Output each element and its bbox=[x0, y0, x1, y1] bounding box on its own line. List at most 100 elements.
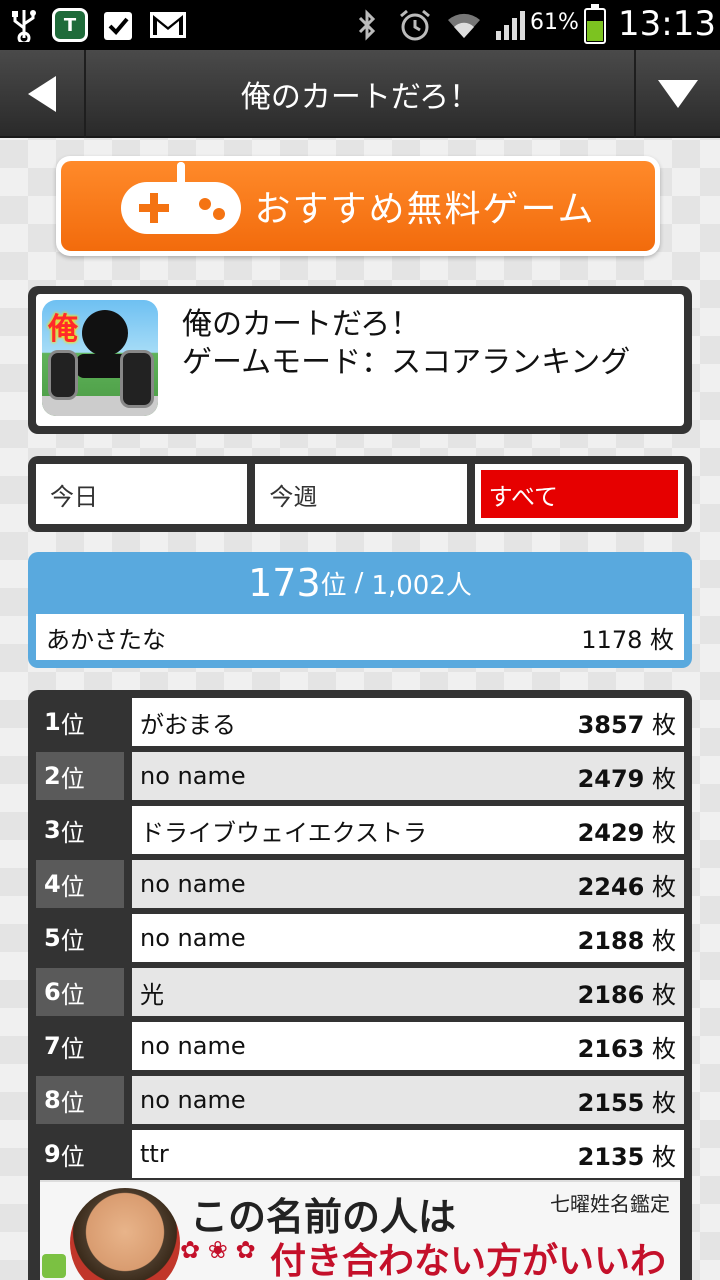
back-button[interactable] bbox=[0, 50, 86, 138]
gamepad-icon bbox=[120, 162, 241, 236]
battery-charging-icon bbox=[584, 4, 606, 44]
my-rank-summary: 173 位 / 1,002人 bbox=[36, 552, 684, 614]
player-score: 2429 bbox=[577, 818, 645, 847]
status-bar: T 61% 13:13 bbox=[0, 0, 720, 50]
player-score: 2186 bbox=[577, 980, 645, 1009]
player-cell: ドライブウェイエクストラ 2429 枚 bbox=[132, 806, 684, 854]
page-title: 俺のカートだろ！ bbox=[240, 80, 480, 115]
player-cell: no name 2155 枚 bbox=[132, 1076, 684, 1124]
tab-label: 今週 bbox=[269, 482, 318, 511]
rank-number: 2 bbox=[44, 762, 61, 790]
my-rank-position: 173 bbox=[248, 561, 321, 605]
nav-bar: 俺のカートだろ！ bbox=[0, 50, 720, 138]
my-rank-separator: / bbox=[354, 568, 364, 598]
alarm-icon bbox=[396, 8, 434, 42]
player-score-wrap: 2163 枚 bbox=[578, 1029, 676, 1064]
menu-button[interactable] bbox=[634, 50, 720, 138]
ad-badge-icon[interactable] bbox=[42, 1254, 66, 1278]
ranking-row[interactable]: 9 位 ttr 2135 枚 bbox=[36, 1130, 684, 1178]
tab-this-week[interactable]: 今週 bbox=[255, 464, 467, 524]
ranking-row[interactable]: 6 位 光 2186 枚 bbox=[36, 968, 684, 1016]
promo-inner: おすすめ無料ゲーム bbox=[61, 161, 655, 251]
rank-cell: 9位 bbox=[36, 1130, 124, 1178]
score-unit: 枚 bbox=[652, 926, 676, 955]
usb-icon bbox=[6, 8, 42, 42]
period-tabs: 今日 今週 すべて bbox=[28, 456, 692, 532]
score-unit: 枚 bbox=[652, 818, 676, 847]
my-rank-row: あかさたな 1178 枚 bbox=[36, 614, 684, 660]
game-info-card: 俺 俺のカートだろ！ ゲームモード：スコアランキング bbox=[28, 286, 692, 434]
ranking-row[interactable]: 7 位 no name 2163 枚 bbox=[36, 1022, 684, 1070]
flower-decoration-icon: ✿ ❀ ✿ bbox=[180, 1236, 256, 1264]
player-score-wrap: 3857 枚 bbox=[578, 705, 676, 740]
game-name: 俺のカートだろ！ bbox=[182, 307, 421, 342]
player-name: 光 bbox=[140, 980, 164, 1009]
ranking-row[interactable]: 1 位がおまる 3857 枚 bbox=[36, 698, 684, 746]
rank-unit: 位 bbox=[60, 1034, 85, 1063]
player-name: no name bbox=[140, 924, 246, 952]
gmail-icon bbox=[148, 8, 188, 42]
score-unit: 枚 bbox=[652, 980, 676, 1009]
ranking-row[interactable]: 4 位 no name 2246 枚 bbox=[36, 860, 684, 908]
ad-person-photo bbox=[70, 1188, 180, 1280]
rank-unit: 位 bbox=[60, 710, 85, 739]
rank-unit: 位 bbox=[60, 1088, 85, 1117]
ad-banner[interactable]: この名前の人は 七曜姓名鑑定 ✿ ❀ ✿ 付き合わない方がいいわ bbox=[40, 1180, 680, 1280]
rank-number: 6 bbox=[44, 978, 61, 1006]
rank-unit: 位 bbox=[60, 980, 85, 1009]
player-cell: no name 2163 枚 bbox=[132, 1022, 684, 1070]
tab-all[interactable]: すべて bbox=[474, 464, 684, 524]
ranking-row[interactable]: 3 位ドライブウェイエクストラ 2429 枚 bbox=[36, 806, 684, 854]
rank-cell: 1位 bbox=[36, 698, 124, 746]
rank-cell: 3位 bbox=[36, 806, 124, 854]
player-score: 2163 bbox=[577, 1034, 645, 1063]
player-name: no name bbox=[140, 1032, 246, 1060]
player-score-wrap: 2135 枚 bbox=[578, 1137, 676, 1172]
rank-cell: 5位 bbox=[36, 914, 124, 962]
player-score-wrap: 2155 枚 bbox=[578, 1083, 676, 1118]
wifi-icon bbox=[444, 8, 484, 42]
my-rank-unit: 位 bbox=[320, 570, 347, 601]
score-unit: 枚 bbox=[652, 764, 676, 793]
battery-percent: 61% bbox=[530, 10, 579, 35]
rank-unit: 位 bbox=[60, 872, 85, 901]
player-cell: がおまる 3857 枚 bbox=[132, 698, 684, 746]
rank-number: 4 bbox=[44, 870, 61, 898]
player-score: 3857 bbox=[577, 710, 645, 739]
tab-label: 今日 bbox=[50, 482, 98, 511]
player-name: がおまる bbox=[140, 710, 236, 739]
rank-unit: 位 bbox=[60, 926, 85, 955]
score-unit: 枚 bbox=[652, 872, 676, 901]
player-score: 2188 bbox=[577, 926, 645, 955]
score-unit: 枚 bbox=[652, 1142, 676, 1171]
rank-cell: 2位 bbox=[36, 752, 124, 800]
recommended-games-button[interactable]: おすすめ無料ゲーム bbox=[56, 156, 660, 256]
player-name: no name bbox=[140, 870, 246, 898]
ranking-row[interactable]: 2 位 no name 2479 枚 bbox=[36, 752, 684, 800]
player-name: no name bbox=[140, 1086, 246, 1114]
rank-cell: 7位 bbox=[36, 1022, 124, 1070]
player-score-wrap: 2479 枚 bbox=[578, 759, 676, 794]
ranking-row[interactable]: 8 位 no name 2155 枚 bbox=[36, 1076, 684, 1124]
player-score-wrap: 2186 枚 bbox=[578, 975, 676, 1010]
player-name: ttr bbox=[140, 1140, 169, 1168]
my-name: あかさたな bbox=[46, 625, 166, 654]
tab-today[interactable]: 今日 bbox=[36, 464, 248, 524]
my-score: 1178 枚 bbox=[581, 625, 674, 654]
total-players: 1,002人 bbox=[371, 570, 472, 601]
rank-number: 3 bbox=[44, 816, 61, 844]
tab-label: すべて bbox=[480, 470, 678, 518]
player-score: 2479 bbox=[577, 764, 645, 793]
player-score-wrap: 2429 枚 bbox=[578, 813, 676, 848]
rank-number: 1 bbox=[44, 708, 61, 736]
player-score: 2135 bbox=[577, 1142, 645, 1171]
player-cell: no name 2479 枚 bbox=[132, 752, 684, 800]
player-cell: no name 2188 枚 bbox=[132, 914, 684, 962]
rank-number: 9 bbox=[44, 1140, 61, 1168]
game-icon-kanji: 俺 bbox=[48, 312, 78, 347]
ad-subline: 付き合わない方がいいわ bbox=[270, 1241, 667, 1280]
my-rank-panel: 173 位 / 1,002人 あかさたな 1178 枚 bbox=[28, 552, 692, 668]
ranking-row[interactable]: 5 位 no name 2188 枚 bbox=[36, 914, 684, 962]
player-score-wrap: 2188 枚 bbox=[578, 921, 676, 956]
score-unit: 枚 bbox=[652, 710, 676, 739]
